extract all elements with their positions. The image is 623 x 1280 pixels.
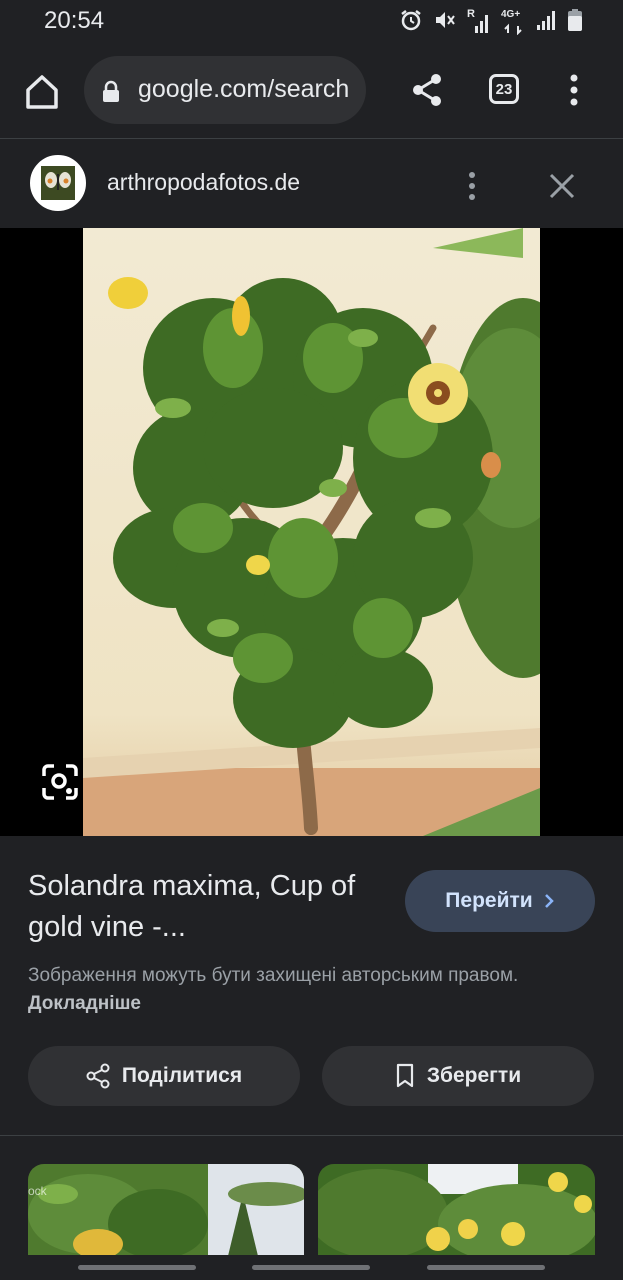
system-nav-bar	[0, 1255, 623, 1280]
lock-icon	[100, 80, 122, 109]
copyright-text: Зображення можуть бути захищені авторськ…	[28, 965, 519, 986]
mute-icon	[433, 8, 457, 37]
bookmark-icon	[396, 1063, 413, 1088]
divider	[0, 1135, 623, 1136]
site-more-button[interactable]	[460, 169, 484, 205]
signal-icon	[535, 8, 557, 37]
related-thumbnail-1	[28, 1164, 304, 1256]
battery-icon	[567, 8, 583, 37]
learn-more-link[interactable]: Докладніше	[28, 993, 141, 1014]
home-icon	[26, 75, 58, 109]
share-button[interactable]	[410, 72, 444, 108]
site-favicon	[30, 155, 86, 211]
result-title[interactable]: Solandra maxima, Cup of gold vine -...	[28, 866, 378, 948]
lens-icon	[42, 764, 78, 800]
result-info: Solandra maxima, Cup of gold vine -... П…	[0, 836, 623, 1136]
network-label: 4G+	[501, 8, 521, 20]
share-icon	[86, 1063, 110, 1089]
tab-switcher-button[interactable]: 23	[489, 74, 519, 104]
save-action-button[interactable]: Зберегти	[322, 1046, 594, 1106]
close-button[interactable]	[547, 171, 577, 201]
alarm-icon	[399, 8, 423, 37]
browser-toolbar: google.com/search 23	[0, 44, 623, 139]
share-action-label: Поділитися	[121, 1064, 243, 1087]
nav-recents[interactable]	[78, 1265, 196, 1270]
status-time: 20:54	[44, 7, 105, 34]
related-thumbnail-2	[318, 1164, 595, 1256]
related-image-1[interactable]: ock	[28, 1164, 304, 1256]
close-icon	[549, 173, 575, 199]
share-icon	[413, 74, 441, 106]
overflow-menu-button[interactable]	[560, 72, 588, 108]
nav-home[interactable]	[252, 1265, 370, 1270]
url-text[interactable]: google.com/search	[138, 75, 349, 104]
visit-button[interactable]: Перейти	[405, 870, 595, 932]
related-image-2[interactable]	[318, 1164, 595, 1256]
save-action-label: Зберегти	[426, 1064, 522, 1087]
chevron-right-icon	[544, 894, 554, 908]
copyright-notice: Зображення можуть бути захищені авторськ…	[28, 962, 588, 1018]
site-header: arthropodafotos.de	[0, 139, 623, 228]
more-vert-icon	[570, 74, 578, 106]
signal-r-icon: R	[467, 7, 491, 35]
status-icons: R 4G+	[399, 8, 583, 37]
main-image[interactable]	[83, 228, 540, 836]
home-button[interactable]	[22, 72, 62, 112]
butterfly-icon	[41, 166, 75, 200]
4g-icon: 4G+	[501, 8, 525, 35]
roaming-label: R	[467, 7, 475, 20]
site-name[interactable]: arthropodafotos.de	[107, 169, 300, 196]
nav-back[interactable]	[427, 1265, 545, 1270]
plant-photo	[83, 228, 540, 836]
watermark-text: ock	[28, 1184, 47, 1198]
share-action-button[interactable]: Поділитися	[28, 1046, 300, 1106]
more-vert-icon	[469, 172, 475, 200]
google-lens-button[interactable]	[36, 758, 84, 806]
image-viewer	[0, 228, 623, 836]
status-bar: 20:54 R 4G+	[0, 0, 623, 44]
address-bar[interactable]: google.com/search	[84, 56, 366, 124]
visit-button-label: Перейти	[445, 889, 533, 912]
